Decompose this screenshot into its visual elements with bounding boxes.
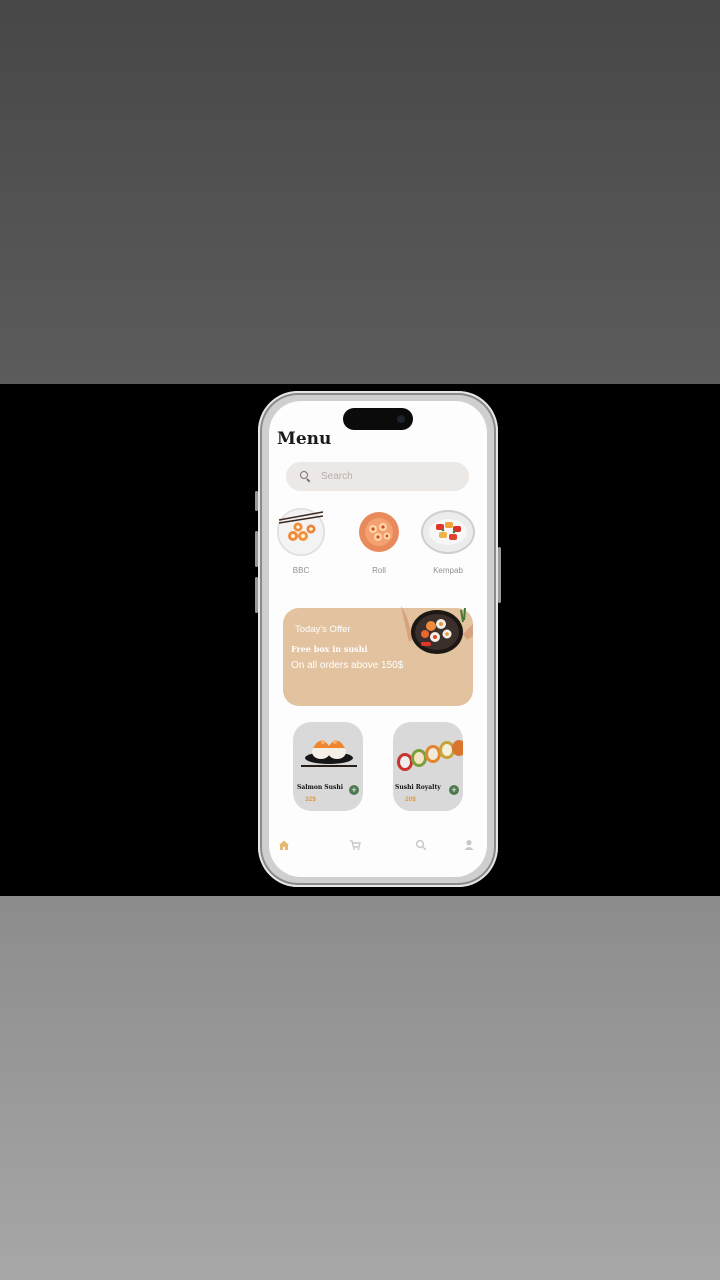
offer-heading: Today's Offer xyxy=(295,624,351,635)
product-card-salmon-sushi[interactable]: Salmon Sushi 32$ + xyxy=(293,722,363,811)
profile-icon[interactable] xyxy=(463,839,475,851)
kempab-plate-icon xyxy=(421,510,475,554)
phone-frame: Menu BBC xyxy=(255,391,501,887)
salmon-sushi-image xyxy=(301,740,357,767)
category-label: BBC xyxy=(292,566,310,575)
search-icon[interactable] xyxy=(415,839,427,851)
offer-headline: Free box in sushi xyxy=(291,644,368,654)
bottom-nav xyxy=(269,833,487,857)
sushi-plate-icon xyxy=(277,508,325,556)
cart-icon[interactable] xyxy=(349,839,361,851)
offer-banner[interactable]: Today's Offer Free box in sushi On all o… xyxy=(283,606,473,706)
offer-subtext: On all orders above 150$ xyxy=(291,660,404,671)
category-label: Kempab xyxy=(433,566,463,575)
search-icon xyxy=(300,470,312,483)
volume-down-button xyxy=(255,577,258,613)
category-item-kempab[interactable]: Kempab xyxy=(418,508,478,575)
add-to-cart-button[interactable]: + xyxy=(349,785,359,795)
side-button xyxy=(255,491,258,511)
category-item-roll[interactable]: Roll xyxy=(349,508,409,575)
category-label: Roll xyxy=(372,566,386,575)
product-price: 32$ xyxy=(305,796,316,803)
product-card-sushi-royalty[interactable]: Sushi Royalty 20$ + xyxy=(393,722,463,811)
product-name: Salmon Sushi xyxy=(297,784,344,791)
background-bottom xyxy=(0,896,720,1280)
roll-plate-icon xyxy=(359,512,399,552)
product-name: Sushi Royalty xyxy=(395,784,441,791)
sushi-royalty-image xyxy=(397,740,463,771)
app-screen: Menu BBC xyxy=(269,401,487,877)
search-bar[interactable] xyxy=(286,462,469,491)
add-to-cart-button[interactable]: + xyxy=(449,785,459,795)
power-button xyxy=(498,547,501,603)
dynamic-island xyxy=(343,408,413,430)
sushi-tray-image xyxy=(401,606,473,654)
search-input[interactable] xyxy=(321,471,451,482)
category-item-bbc[interactable]: BBC xyxy=(271,508,331,575)
product-price: 20$ xyxy=(405,796,416,803)
home-icon[interactable] xyxy=(278,839,290,851)
volume-up-button xyxy=(255,531,258,567)
background-top xyxy=(0,0,720,384)
page-title: Menu xyxy=(277,429,332,449)
